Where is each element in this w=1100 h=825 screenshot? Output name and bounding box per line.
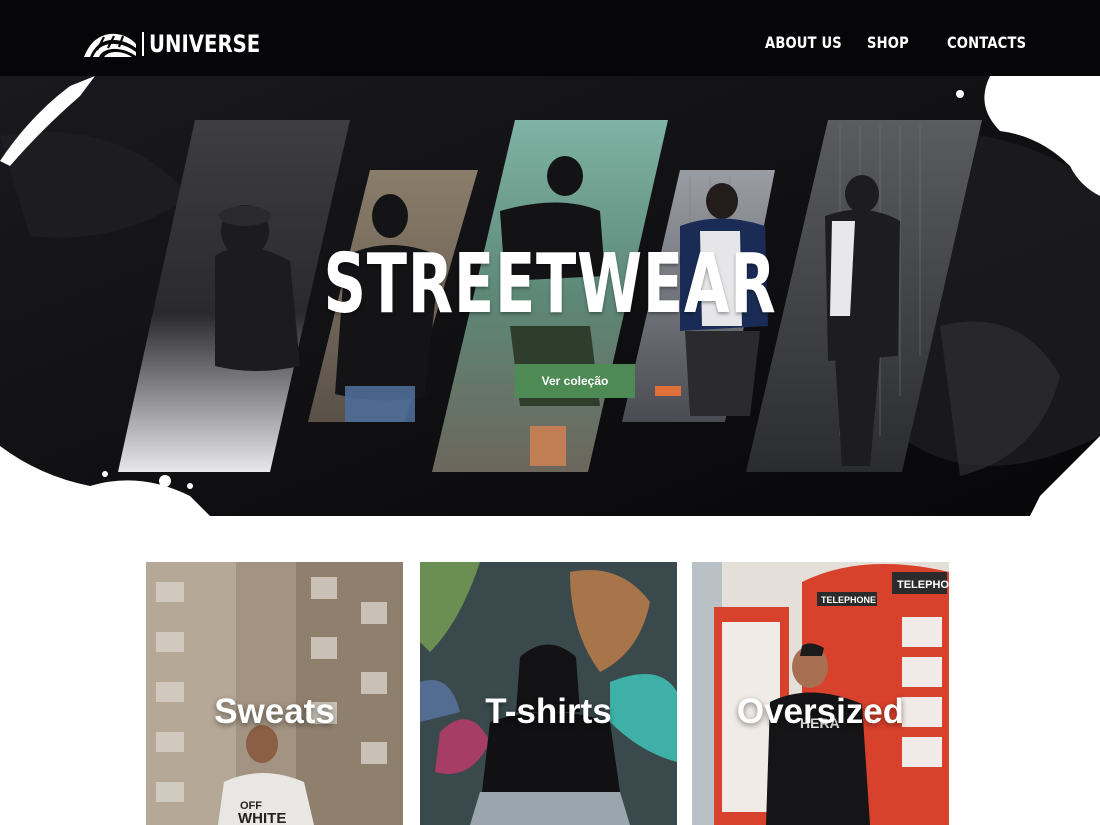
- category-card-tshirts[interactable]: T-shirts: [420, 562, 677, 825]
- view-collection-button[interactable]: Ver coleção: [515, 364, 635, 398]
- phone-booth-sign-text: TELEPHONE: [821, 595, 876, 605]
- category-label-tshirts: T-shirts: [485, 692, 612, 731]
- nav-shop[interactable]: SHOP: [867, 33, 909, 52]
- category-card-sweats[interactable]: OFF WHITE Sweats: [146, 562, 403, 825]
- category-card-oversized[interactable]: TELEPHONE TELEPHO HERA Oversized: [692, 562, 949, 825]
- nav-contacts[interactable]: CONTACTS: [947, 33, 1026, 52]
- top-navbar: UNIVERSE ABOUT US SHOP CONTACTS: [0, 0, 1100, 76]
- zebra-stripes-logo-icon: [84, 33, 136, 57]
- category-grid: OFF WHITE Sweats T-shirts TELEPHONE TELE…: [0, 516, 1100, 825]
- phone-booth-sign-text-2: TELEPHO: [897, 579, 949, 591]
- category-label-oversized: Oversized: [736, 692, 905, 731]
- hero-banner: STREETWEAR Ver coleção: [0, 76, 1100, 516]
- brand-logo-link[interactable]: UNIVERSE: [84, 28, 285, 60]
- nav-about-us[interactable]: ABOUT US: [765, 33, 842, 52]
- category-label-sweats: Sweats: [214, 692, 335, 731]
- brand-name: UNIVERSE: [149, 30, 261, 58]
- brand-divider: [142, 32, 144, 56]
- hero-title: STREETWEAR: [323, 237, 777, 332]
- sweats-shirt-text-2: WHITE: [238, 810, 286, 825]
